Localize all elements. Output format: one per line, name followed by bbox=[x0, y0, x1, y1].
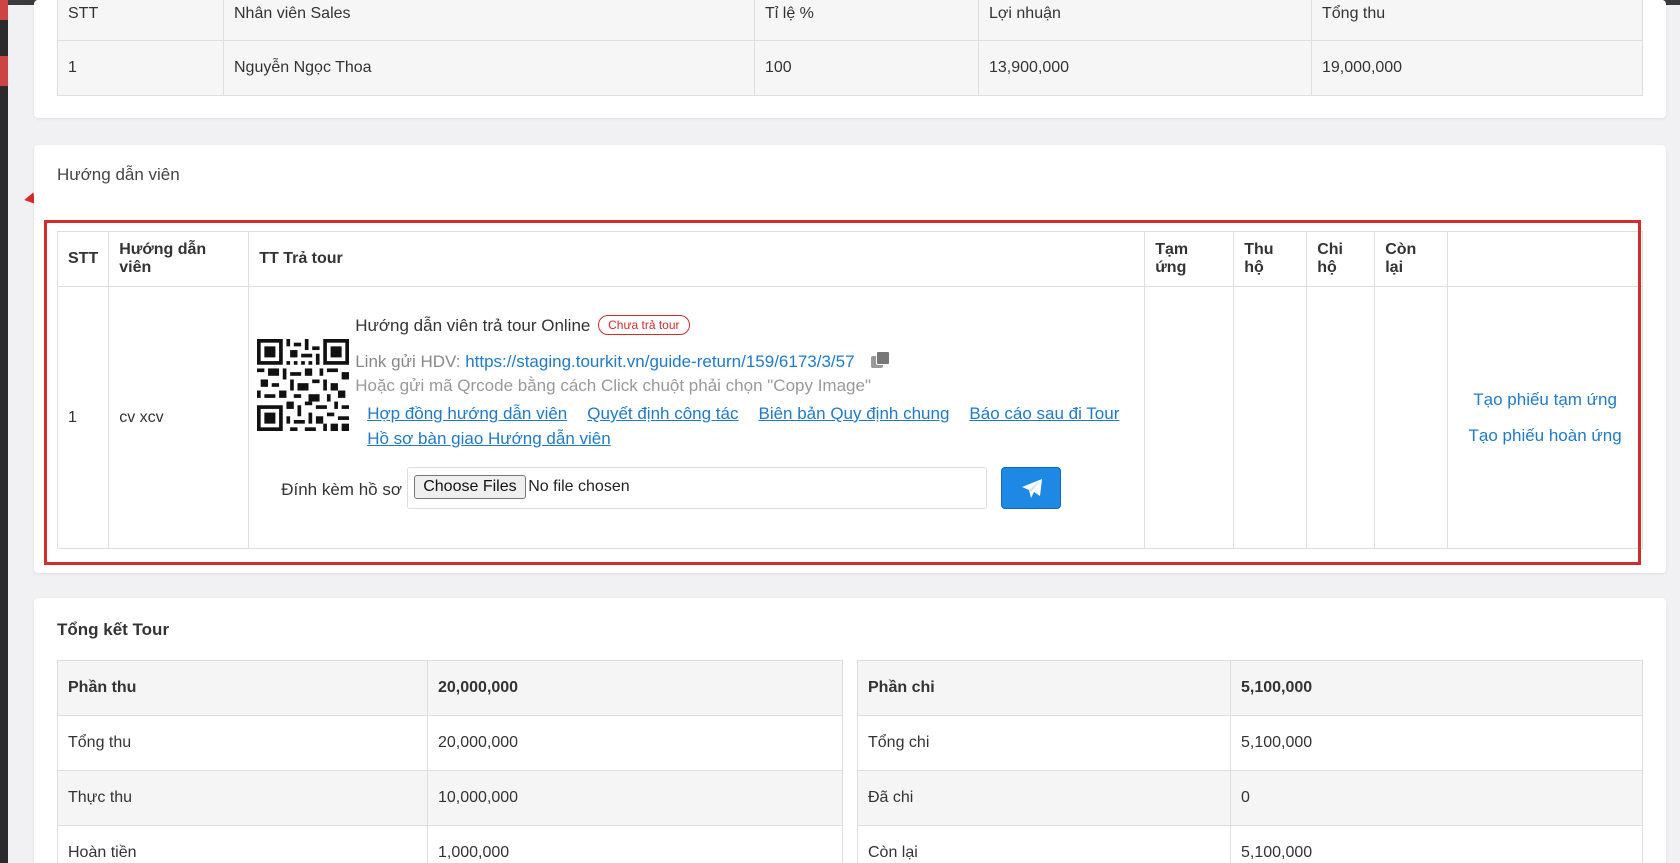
section-title: Hướng dẫn viên bbox=[57, 165, 180, 184]
col-pay-on-behalf: Chi hộ bbox=[1306, 231, 1376, 287]
col-guide: Hướng dẫn viên bbox=[108, 231, 250, 287]
summary-card: Tổng kết Tour Phần thu 20,000,000 Tổng th… bbox=[34, 598, 1666, 863]
status-badge: Chưa trả tour bbox=[598, 315, 690, 335]
section-title: Tổng kết Tour bbox=[57, 620, 170, 639]
cell-pay-on-behalf bbox=[1306, 286, 1376, 549]
link-handover-file[interactable]: Hồ sơ bàn giao Hướng dẫn viên bbox=[367, 429, 611, 448]
cell-collect bbox=[1233, 286, 1308, 549]
link-general-regulation[interactable]: Biên bản Quy định chung bbox=[758, 404, 949, 423]
cell-value: 1,000,000 bbox=[427, 825, 843, 863]
cell-label: Phần chi bbox=[857, 660, 1231, 716]
income-table: Phần thu 20,000,000 Tổng thu 20,000,000 Th… bbox=[57, 660, 843, 863]
create-refund-link[interactable]: Tạo phiếu hoàn ứng bbox=[1458, 418, 1632, 454]
table-row: Tổng chi 5,100,000 bbox=[857, 715, 1643, 771]
file-status: No file chosen bbox=[528, 478, 630, 495]
table-row: Tổng thu 20,000,000 bbox=[57, 715, 843, 771]
table-row: 1 cv xcv Hướng dẫn viên trả tour Online … bbox=[56, 286, 1643, 549]
col-stt: STT bbox=[57, 0, 224, 41]
qr-code-icon[interactable] bbox=[257, 339, 350, 431]
cell-total-revenue: 19,000,000 bbox=[1311, 39, 1643, 96]
cell-label: Thực thu bbox=[57, 770, 428, 826]
sales-table-header: STT Nhân viên Sales Tỉ lệ % Lợi nhuận Tổ… bbox=[57, 0, 1643, 41]
cell-profit: 13,900,000 bbox=[978, 39, 1312, 96]
online-return-title: Hướng dẫn viên trả tour Online bbox=[355, 316, 591, 335]
attach-label: Đính kèm hồ sơ bbox=[281, 480, 402, 499]
table-row: Hoàn tiền 1,000,000 bbox=[57, 825, 843, 863]
document-links: Hợp đồng hướng dẫn viên Quyết định công t… bbox=[367, 401, 1127, 451]
sales-card: STT Nhân viên Sales Tỉ lệ % Lợi nhuận Tổ… bbox=[34, 0, 1666, 118]
table-row: 1 Nguyễn Ngọc Thoa 100 13,900,000 19,000… bbox=[57, 39, 1643, 96]
cell-stt: 1 bbox=[57, 39, 224, 96]
cell-ratio: 100 bbox=[754, 39, 979, 96]
col-remaining: Còn lại bbox=[1374, 231, 1449, 287]
table-row: Đã chi 0 bbox=[857, 770, 1643, 826]
cell-value: 20,000,000 bbox=[427, 715, 843, 771]
cell-advance bbox=[1144, 286, 1235, 549]
cell-tour-return: Hướng dẫn viên trả tour Online Chưa trả … bbox=[248, 286, 1146, 549]
guide-card: Hướng dẫn viên STT Hướng dẫn viên TT Trả… bbox=[34, 145, 1666, 573]
guide-table-header: STT Hướng dẫn viên TT Trả tour Tạm ứng T… bbox=[56, 231, 1643, 287]
cell-label: Còn lại bbox=[857, 825, 1231, 863]
cell-value: 5,100,000 bbox=[1230, 715, 1643, 771]
cell-sales-staff: Nguyễn Ngọc Thoa bbox=[223, 39, 755, 96]
col-tour-return: TT Trả tour bbox=[248, 231, 1146, 287]
cell-value: 10,000,000 bbox=[427, 770, 843, 826]
cell-value: 20,000,000 bbox=[427, 660, 843, 716]
choose-files-button[interactable]: Choose Files bbox=[414, 475, 526, 499]
col-advance: Tạm ứng bbox=[1144, 231, 1235, 287]
col-stt: STT bbox=[56, 231, 110, 287]
guide-table: STT Hướng dẫn viên TT Trả tour Tạm ứng T… bbox=[56, 231, 1643, 549]
table-row: Thực thu 10,000,000 bbox=[57, 770, 843, 826]
col-ratio: Tỉ lệ % bbox=[754, 0, 979, 41]
table-row: Phần chi 5,100,000 bbox=[857, 660, 1643, 716]
link-post-tour-report[interactable]: Báo cáo sau đi Tour bbox=[969, 404, 1119, 423]
link-label: Link gửi HDV: bbox=[355, 352, 461, 371]
cell-remaining bbox=[1374, 286, 1449, 549]
cell-label: Đã chi bbox=[857, 770, 1231, 826]
guide-link-line: Link gửi HDV: https://staging.tourkit.vn… bbox=[355, 351, 891, 372]
col-profit: Lợi nhuận bbox=[978, 0, 1312, 41]
guide-return-link[interactable]: https://staging.tourkit.vn/guide-return/… bbox=[465, 352, 854, 371]
online-return-heading: Hướng dẫn viên trả tour Online Chưa trả … bbox=[355, 315, 690, 336]
copy-icon[interactable] bbox=[869, 351, 891, 369]
cell-label: Tổng thu bbox=[57, 715, 428, 771]
file-input[interactable]: Choose Files No file chosen bbox=[407, 467, 988, 509]
cell-value: 5,100,000 bbox=[1230, 660, 1643, 716]
sidebar-mark bbox=[0, 56, 8, 86]
qr-hint: Hoặc gửi mã Qrcode bằng cách Click chuột… bbox=[355, 376, 871, 395]
table-row: Phần thu 20,000,000 bbox=[57, 660, 843, 716]
cell-value: 5,100,000 bbox=[1230, 825, 1643, 863]
col-collect: Thu hộ bbox=[1233, 231, 1308, 287]
cell-label: Phần thu bbox=[57, 660, 428, 716]
cell-stt: 1 bbox=[56, 286, 110, 549]
col-total-revenue: Tổng thu bbox=[1311, 0, 1643, 41]
left-sidebar-strip bbox=[0, 0, 8, 863]
table-row: Còn lại 5,100,000 bbox=[857, 825, 1643, 863]
link-guide-contract[interactable]: Hợp đồng hướng dẫn viên bbox=[367, 404, 567, 423]
expense-table: Phần chi 5,100,000 Tổng chi 5,100,000 Đã c… bbox=[857, 660, 1643, 863]
paper-plane-icon bbox=[1022, 479, 1043, 498]
sales-table: STT Nhân viên Sales Tỉ lệ % Lợi nhuận Tổ… bbox=[57, 0, 1643, 96]
sidebar-mark bbox=[0, 0, 8, 20]
col-actions bbox=[1447, 231, 1643, 287]
link-work-decision[interactable]: Quyết định công tác bbox=[587, 404, 738, 423]
create-advance-link[interactable]: Tạo phiếu tạm ứng bbox=[1458, 382, 1632, 418]
cell-actions: Tạo phiếu tạm ứng Tạo phiếu hoàn ứng bbox=[1447, 286, 1643, 549]
cell-label: Hoàn tiền bbox=[57, 825, 428, 863]
cell-guide-name: cv xcv bbox=[108, 286, 250, 549]
cell-value: 0 bbox=[1230, 770, 1643, 826]
cell-label: Tổng chi bbox=[857, 715, 1231, 771]
col-sales-staff: Nhân viên Sales bbox=[223, 0, 755, 41]
send-button[interactable] bbox=[1001, 467, 1062, 509]
